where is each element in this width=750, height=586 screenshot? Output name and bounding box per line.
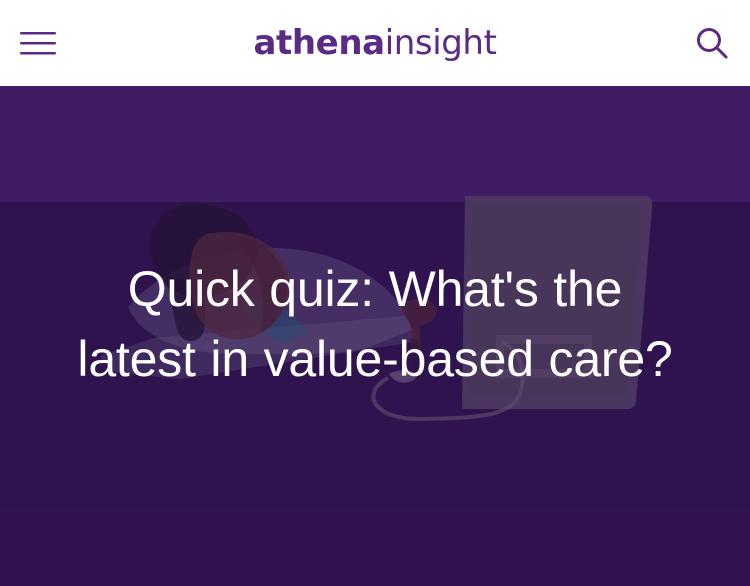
site-header: athenainsight (0, 0, 750, 86)
article-page: athenainsight Quick quiz: What's the lat… (0, 0, 750, 586)
athenainsight-logo[interactable]: athenainsight (253, 26, 496, 60)
logo-light-text: insight (384, 23, 497, 63)
logo-bold-text: athena (253, 23, 385, 63)
hamburger-menu-icon[interactable] (18, 23, 58, 63)
article-headline: Quick quiz: What's the latest in value-b… (77, 261, 673, 387)
search-icon[interactable] (692, 23, 732, 63)
